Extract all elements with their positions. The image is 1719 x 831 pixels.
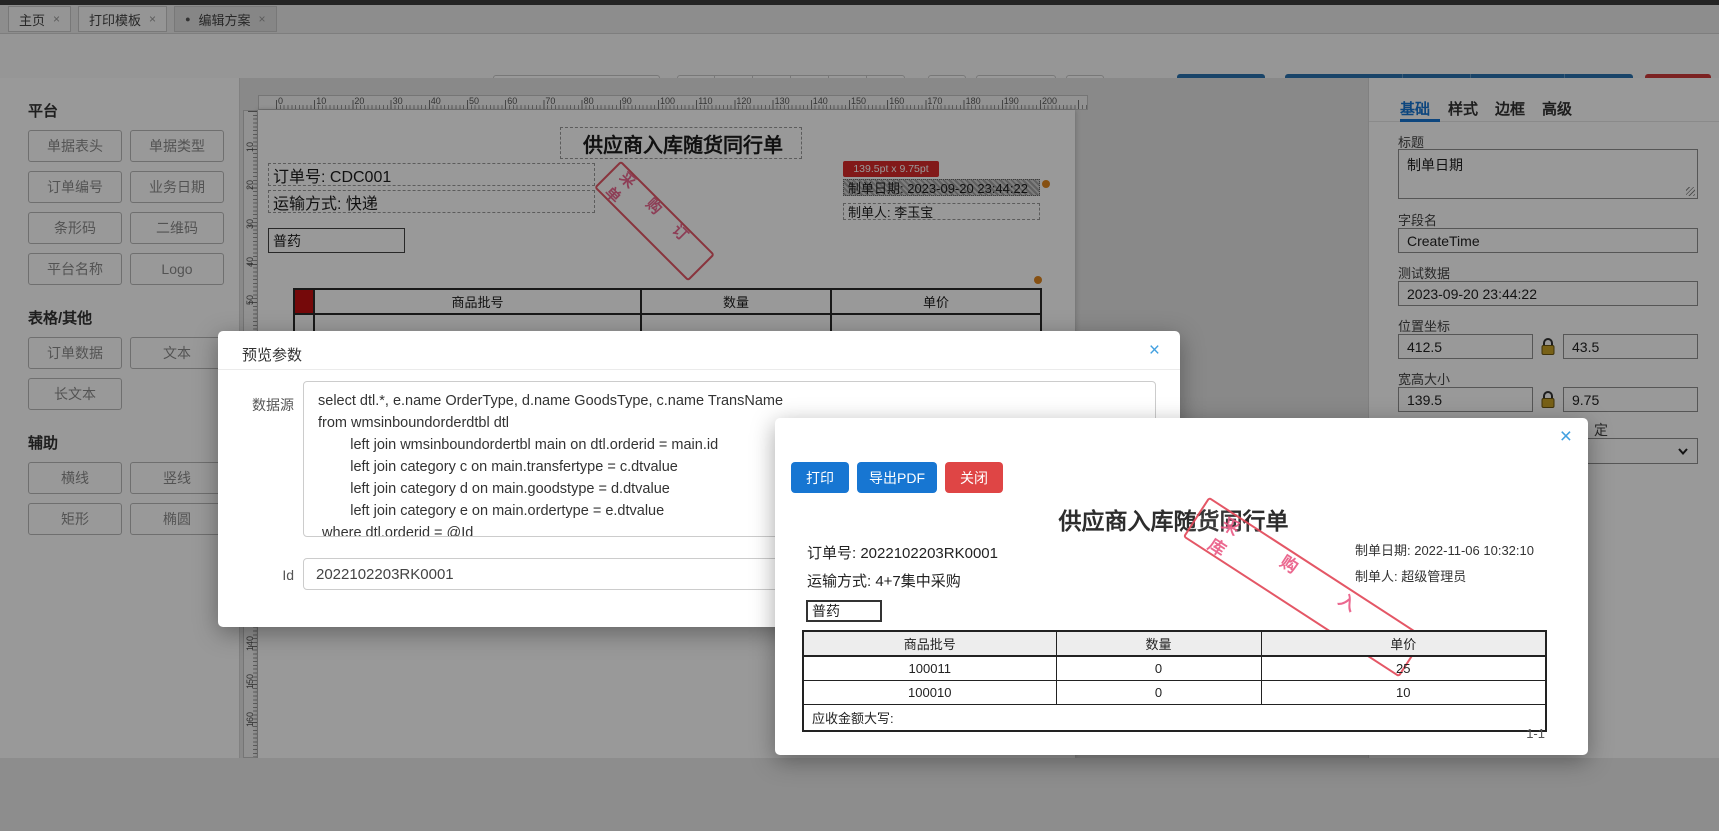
- preview-doc-title: 供应商入库随货同行单: [1058, 508, 1289, 534]
- modal-header-divider: [218, 369, 1180, 370]
- preview-drug-type: 普药: [806, 600, 882, 622]
- preview-table-cell: 100010: [802, 680, 1057, 705]
- preview-table-cell: 10: [1260, 680, 1547, 705]
- preview-table: 商品批号 数量 单价 100011 0 25 100010 0 10 应收金额大写:: [802, 630, 1547, 732]
- export-pdf-button[interactable]: 导出PDF: [857, 462, 937, 493]
- preview-transport: 运输方式: 4+7集中采购: [807, 573, 961, 590]
- preview-table-cell: 0: [1055, 655, 1262, 681]
- print-button[interactable]: 打印: [791, 462, 849, 493]
- preview-make-date: 制单日期: 2022-11-06 10:32:10: [1355, 543, 1534, 558]
- preview-maker: 制单人: 超级管理员: [1355, 569, 1467, 584]
- close-button[interactable]: 关闭: [945, 462, 1003, 493]
- id-label: Id: [282, 567, 294, 583]
- preview-table-cell: 100011: [802, 655, 1057, 681]
- print-template-designer: 主页×打印模板×●编辑方案× 入库随货同行单（列表式）【带 A3A4A5B3B4…: [0, 0, 1719, 831]
- preview-table-cell: 0: [1055, 680, 1262, 705]
- preview-table-header: 单价: [1260, 630, 1547, 657]
- preview-order-no: 订单号: 2022102203RK0001: [807, 545, 998, 562]
- close-icon[interactable]: ×: [1149, 341, 1160, 360]
- preview-table-header: 数量: [1055, 630, 1262, 657]
- datasource-label: 数据源: [252, 397, 294, 413]
- id-input[interactable]: 2022102203RK0001: [303, 558, 820, 590]
- modal-title: 预览参数: [242, 347, 303, 364]
- print-preview-modal: × 打印 导出PDF 关闭 供应商入库随货同行单 订单号: 2022102203…: [775, 418, 1588, 755]
- page-indicator: 1-1: [1526, 726, 1545, 741]
- close-icon[interactable]: ×: [1560, 426, 1572, 447]
- preview-table-cell: 25: [1260, 655, 1547, 681]
- preview-table-header: 商品批号: [802, 630, 1057, 657]
